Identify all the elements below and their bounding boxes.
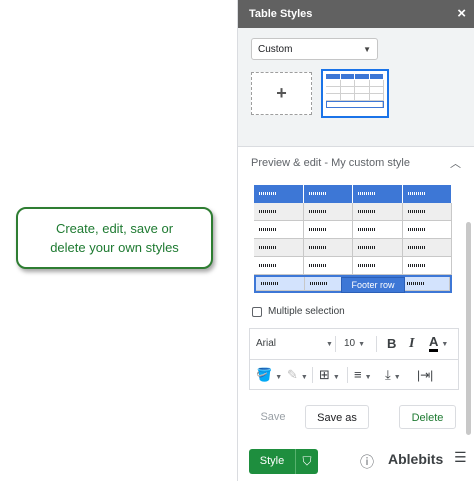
preview-row[interactable] bbox=[254, 257, 452, 275]
scrollbar[interactable] bbox=[466, 222, 471, 435]
borders-icon[interactable]: ⊞ ▼ bbox=[319, 360, 340, 393]
brand-logo: Ablebits bbox=[388, 451, 444, 467]
text-wrapping-icon[interactable]: |⇥| bbox=[417, 360, 433, 390]
preview-row[interactable] bbox=[254, 221, 452, 239]
menu-icon[interactable]: ☰ bbox=[454, 449, 467, 466]
font-size-select[interactable]: 10 ▼ bbox=[344, 329, 365, 360]
horizontal-align-icon[interactable]: ≡ ▼ bbox=[354, 360, 372, 393]
multiple-selection-label: Multiple selection bbox=[268, 306, 345, 317]
toolbar-divider bbox=[376, 336, 377, 352]
panel-header: Table Styles × bbox=[238, 0, 474, 28]
chevron-down-icon: ▼ bbox=[358, 341, 366, 348]
save-as-button[interactable]: Save as bbox=[305, 405, 369, 429]
preview-row[interactable] bbox=[254, 239, 452, 257]
bold-button[interactable]: B bbox=[387, 329, 396, 359]
style-button-label: Style bbox=[259, 455, 285, 467]
add-style-button[interactable]: + bbox=[251, 72, 312, 115]
vertical-align-icon[interactable]: ⤓ ▼ bbox=[385, 360, 401, 393]
chevron-down-icon[interactable]: ▼ bbox=[323, 329, 333, 360]
toolbar-row-text: Arial ▼ 10 ▼ B I A ▼ bbox=[250, 329, 458, 360]
toolbar-divider bbox=[335, 336, 336, 352]
custom-style-thumbnail[interactable] bbox=[321, 69, 389, 118]
chevron-up-icon[interactable]: ︿ bbox=[450, 155, 461, 171]
toolbar-divider bbox=[312, 367, 313, 383]
callout-line-1: Create, edit, save or bbox=[55, 221, 174, 236]
tip-callout: Create, edit, save or delete your own st… bbox=[16, 207, 213, 269]
multiple-selection-checkbox[interactable] bbox=[252, 306, 262, 317]
close-icon[interactable]: × bbox=[457, 0, 466, 28]
font-family-select[interactable]: Arial bbox=[256, 329, 276, 359]
font-size-value: 10 bbox=[344, 338, 356, 349]
filter-icon[interactable]: ⛉ bbox=[296, 454, 318, 469]
save-button[interactable]: Save bbox=[253, 405, 293, 429]
format-toolbar: Arial ▼ 10 ▼ B I A ▼ 🪣 ▼ ✎ ▼ ⊞ ▼ ≡ ▼ ⤓ ▼ |⇥| bbox=[249, 328, 459, 390]
toolbar-row-cell: 🪣 ▼ ✎ ▼ ⊞ ▼ ≡ ▼ ⤓ ▼ |⇥| bbox=[250, 360, 458, 390]
text-color-button[interactable]: A ▼ bbox=[429, 329, 448, 360]
style-preview-table[interactable]: Footer row bbox=[254, 185, 452, 293]
preview-heading: Preview & edit - My custom style bbox=[251, 157, 410, 169]
callout-line-2: delete your own styles bbox=[50, 240, 179, 255]
italic-button[interactable]: I bbox=[409, 329, 414, 359]
preview-header-row[interactable] bbox=[254, 185, 452, 203]
style-button[interactable]: Style ⛉ bbox=[249, 449, 318, 474]
panel-title: Table Styles bbox=[249, 8, 313, 20]
multiple-selection-option[interactable]: Multiple selection bbox=[252, 306, 345, 317]
font-family-value: Arial bbox=[256, 338, 277, 349]
table-styles-panel: Table Styles × Custom ▼ + Preview & edit… bbox=[237, 0, 474, 481]
chevron-down-icon: ▼ bbox=[363, 45, 371, 54]
help-icon[interactable]: ⓘ bbox=[360, 452, 374, 472]
footer-row-tooltip: Footer row bbox=[341, 277, 405, 293]
fill-color-icon[interactable]: 🪣 ▼ bbox=[256, 360, 282, 393]
style-category-select[interactable]: Custom ▼ bbox=[251, 38, 378, 60]
toolbar-divider bbox=[347, 367, 348, 383]
styles-gallery: Custom ▼ + bbox=[238, 28, 474, 147]
style-category-value: Custom bbox=[258, 44, 293, 55]
text-color-icon: A bbox=[429, 335, 439, 352]
fill-color-disabled-icon: ✎ ▼ bbox=[287, 367, 308, 382]
delete-button[interactable]: Delete bbox=[399, 405, 456, 429]
preview-row[interactable] bbox=[254, 203, 452, 221]
